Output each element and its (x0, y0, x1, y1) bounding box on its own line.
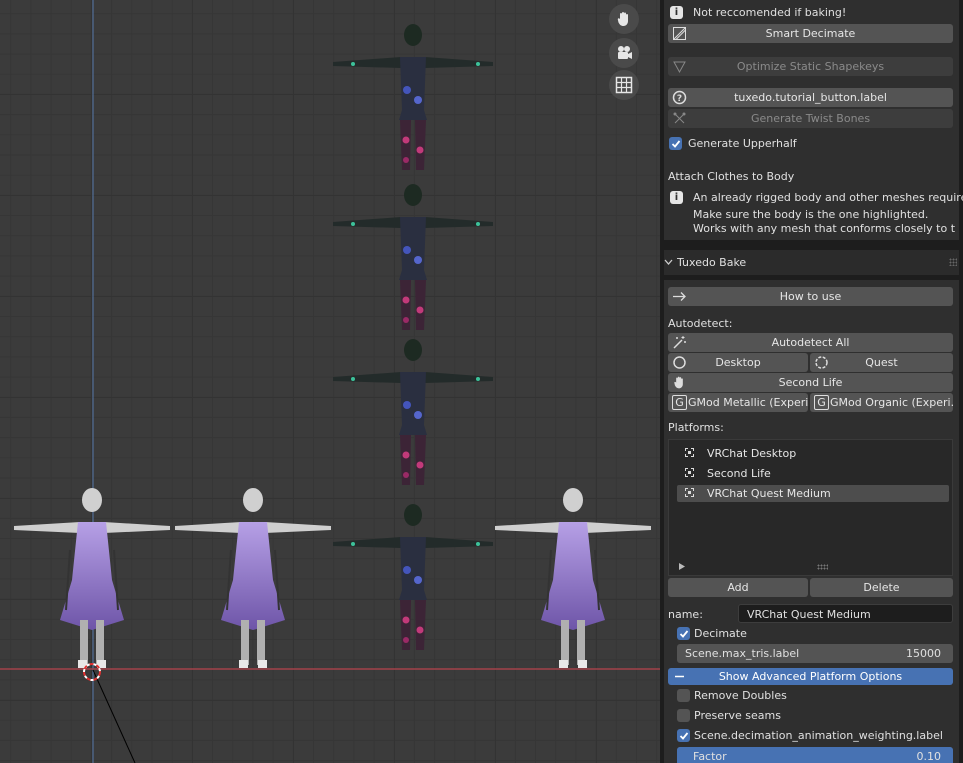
avatar-lower-mid (333, 339, 493, 485)
how-to-use-button[interactable]: How to use (668, 287, 953, 306)
gmod-icon: G (672, 395, 687, 410)
info-icon: i (670, 191, 683, 204)
baking-warning: Not reccomended if baking! (693, 6, 847, 19)
expand-arrow-icon[interactable] (679, 563, 685, 570)
chevron-down-icon (664, 259, 673, 265)
camera-view-button[interactable] (609, 38, 639, 68)
tuxedo-bake-header[interactable]: Tuxedo Bake (664, 250, 959, 275)
attach-info-line-1: An already rigged body and other meshes … (693, 191, 963, 204)
avatar-light-2 (174, 487, 332, 669)
decimate-icon (673, 27, 686, 40)
name-label: name: (668, 608, 703, 621)
advanced-options-toggle[interactable]: Show Advanced Platform Options (668, 668, 953, 685)
mesh-icon (685, 448, 694, 457)
anim-weighting-checkbox[interactable] (677, 729, 690, 742)
avatar-light-1 (13, 487, 171, 669)
tutorial-button[interactable]: ? tuxedo.tutorial_button.label (668, 88, 953, 107)
autodetect-label: Autodetect: (668, 317, 733, 330)
second-life-button[interactable]: Second Life (668, 373, 953, 392)
camera-line (92, 669, 136, 763)
gmod-organic-button[interactable]: G GMod Organic (Experi... (810, 393, 953, 412)
delete-button[interactable]: Delete (810, 578, 953, 597)
checkmark-icon (679, 629, 688, 638)
wand-icon (673, 336, 686, 349)
dashed-circle-icon (815, 356, 828, 369)
3d-viewport[interactable] (0, 0, 660, 763)
hand-icon (674, 376, 683, 389)
drag-handle-icon[interactable] (949, 258, 957, 266)
generate-twist-bones-button[interactable]: Generate Twist Bones (668, 109, 953, 128)
remove-doubles-checkbox[interactable] (677, 689, 690, 702)
gmod-icon: G (814, 395, 829, 410)
desktop-button[interactable]: Desktop (668, 353, 808, 372)
max-tris-field[interactable]: Scene.max_tris.label 15000 (677, 644, 953, 663)
name-field[interactable]: VRChat Quest Medium (738, 604, 953, 623)
shapekey-icon (673, 61, 686, 74)
optimize-shapekeys-button[interactable]: Optimize Static Shapekeys (668, 57, 953, 76)
attach-clothes-title: Attach Clothes to Body (668, 170, 795, 183)
factor-slider[interactable]: Factor 0.10 (677, 747, 953, 763)
decimate-checkbox[interactable] (677, 627, 690, 640)
attach-info-line-3: Works with any mesh that conforms closel… (693, 222, 955, 235)
mesh-icon (685, 468, 694, 477)
hand-icon (617, 12, 628, 26)
gmod-metallic-button[interactable]: G GMod Metallic (Experi... (668, 393, 808, 412)
platforms-list[interactable]: VRChat Desktop Second Life VRChat Quest … (668, 439, 953, 576)
arrow-right-icon (673, 292, 686, 301)
help-icon: ? (672, 90, 687, 105)
list-item[interactable]: VRChat Quest Medium (677, 485, 949, 502)
preserve-seams-checkbox[interactable] (677, 709, 690, 722)
decimate-label: Decimate (694, 627, 747, 640)
minus-icon (675, 675, 684, 678)
optimization-box: i Not reccomended if baking! Smart Decim… (664, 0, 963, 240)
mesh-icon (685, 488, 694, 497)
pan-view-button[interactable] (609, 4, 639, 34)
bone-icon (673, 112, 686, 124)
avatar-bottom (333, 504, 493, 650)
add-button[interactable]: Add (668, 578, 808, 597)
generate-upperhalf-checkbox[interactable] (669, 137, 682, 150)
preserve-seams-label: Preserve seams (694, 709, 781, 722)
attach-info-line-2: Make sure the body is the one highlighte… (693, 208, 929, 221)
smart-decimate-button[interactable]: Smart Decimate (668, 24, 953, 43)
scene-canvas (0, 0, 660, 763)
info-icon: i (670, 6, 683, 19)
circle-icon (673, 356, 686, 369)
avatar-top (333, 24, 493, 170)
anim-weighting-label: Scene.decimation_animation_weighting.lab… (694, 729, 943, 742)
avatar-upper-mid (333, 184, 493, 330)
tuxedo-bake-title: Tuxedo Bake (677, 256, 747, 269)
checkmark-icon (679, 731, 688, 740)
svg-text:?: ? (677, 94, 682, 104)
ortho-toggle-button[interactable] (609, 70, 639, 100)
checkmark-icon (671, 139, 680, 148)
remove-doubles-label: Remove Doubles (694, 689, 787, 702)
list-item[interactable]: Second Life (677, 465, 949, 482)
generate-upperhalf-label: Generate Upperhalf (688, 137, 797, 150)
list-item[interactable]: VRChat Desktop (677, 445, 949, 462)
avatar-light-3 (494, 487, 652, 669)
autodetect-all-button[interactable]: Autodetect All (668, 333, 953, 352)
tuxedo-bake-box: How to use Autodetect: Autodetect All De… (664, 280, 959, 763)
resize-handle-icon[interactable] (817, 564, 828, 570)
platforms-label: Platforms: (668, 421, 724, 434)
grid-icon (615, 76, 633, 94)
properties-panel: i Not reccomended if baking! Smart Decim… (660, 0, 963, 763)
camera-icon (618, 46, 632, 59)
quest-button[interactable]: Quest (810, 353, 953, 372)
